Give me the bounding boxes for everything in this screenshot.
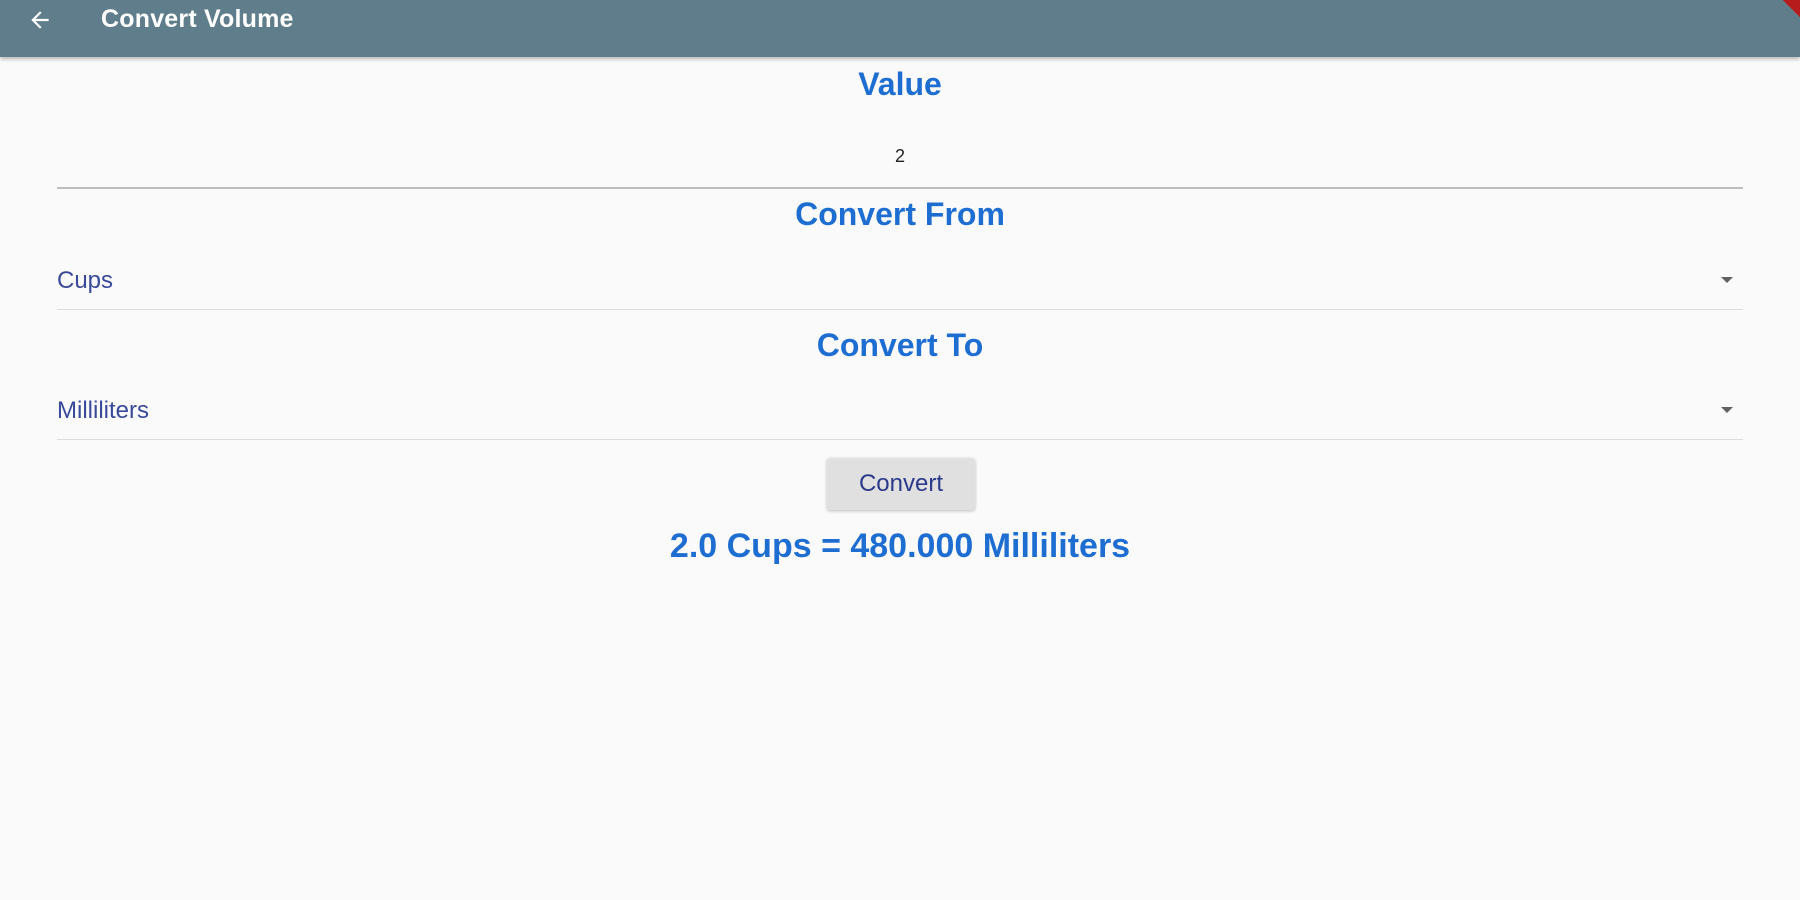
app-bar: Convert Volume xyxy=(0,0,1800,57)
app-bar-title: Convert Volume xyxy=(101,5,294,33)
caret-down-icon xyxy=(1721,277,1733,283)
value-input-text: 2 xyxy=(894,145,905,166)
convert-to-dropdown[interactable]: Milliliters xyxy=(57,383,1743,440)
caret-down-icon xyxy=(1721,407,1733,413)
back-button[interactable] xyxy=(22,2,58,38)
conversion-result: 2.0 Cups = 480.000 Milliliters xyxy=(669,527,1131,565)
convert-from-dropdown[interactable]: Cups xyxy=(57,253,1743,310)
arrow-back-icon xyxy=(31,11,49,29)
value-heading: Value xyxy=(858,66,942,102)
convert-from-selected: Cups xyxy=(57,267,114,294)
convert-from-heading: Convert From xyxy=(795,196,1005,232)
convert-button[interactable]: Convert xyxy=(827,458,975,510)
debug-banner xyxy=(1756,0,1800,38)
value-input[interactable]: 2 xyxy=(57,125,1743,189)
convert-to-selected: Milliliters xyxy=(57,397,149,424)
convert-to-heading: Convert To xyxy=(816,327,984,363)
